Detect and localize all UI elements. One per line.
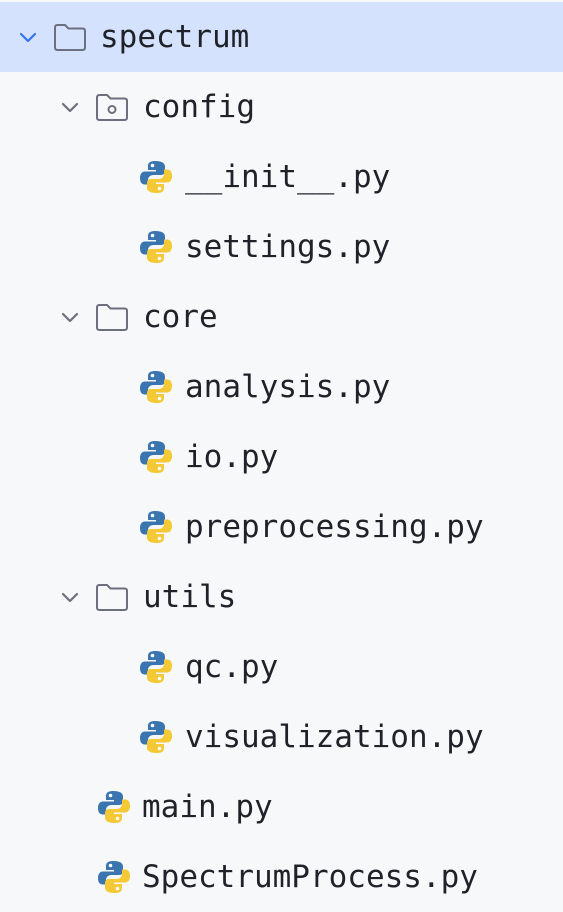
chevron-down-icon[interactable]	[17, 26, 39, 48]
chevron-down-icon[interactable]	[59, 96, 81, 118]
tree-item-label: utils	[143, 578, 237, 615]
tree-item-main-py[interactable]: main.py	[0, 772, 563, 842]
tree-item-label: visualization.py	[185, 718, 484, 755]
tree-item-spectrumprocess-py[interactable]: SpectrumProcess.py	[0, 842, 563, 912]
python-icon	[138, 719, 174, 755]
tree-item-utils[interactable]: utils	[0, 562, 563, 632]
folder-icon	[52, 19, 88, 55]
chevron-down-icon[interactable]	[59, 306, 81, 328]
tree-item-label: __init__.py	[185, 158, 391, 195]
folder-icon	[94, 579, 130, 615]
folder-icon	[94, 299, 130, 335]
tree-item-label: io.py	[185, 438, 279, 475]
tree-item-label: config	[143, 88, 255, 125]
tree-item-init-py[interactable]: __init__.py	[0, 142, 563, 212]
python-icon	[138, 649, 174, 685]
python-icon	[96, 859, 132, 895]
tree-item-label: preprocessing.py	[185, 508, 484, 545]
python-icon	[138, 159, 174, 195]
tree-item-io-py[interactable]: io.py	[0, 422, 563, 492]
tree-item-visualization-py[interactable]: visualization.py	[0, 702, 563, 772]
tree-item-label: spectrum	[100, 18, 250, 55]
python-icon	[138, 509, 174, 545]
tree-item-analysis-py[interactable]: analysis.py	[0, 352, 563, 422]
tree-item-qc-py[interactable]: qc.py	[0, 632, 563, 702]
tree-item-label: analysis.py	[185, 368, 391, 405]
python-icon	[138, 229, 174, 265]
project-tree: spectrum config __init__.py settings.py …	[0, 0, 563, 907]
tree-item-label: qc.py	[185, 648, 279, 685]
python-icon	[96, 789, 132, 825]
tree-item-preprocessing-py[interactable]: preprocessing.py	[0, 492, 563, 562]
chevron-down-icon[interactable]	[59, 586, 81, 608]
python-icon	[138, 369, 174, 405]
tree-item-label: main.py	[142, 788, 273, 825]
tree-item-label: core	[143, 298, 218, 335]
tree-item-label: SpectrumProcess.py	[142, 858, 478, 895]
tree-item-core[interactable]: core	[0, 282, 563, 352]
folder-config-icon	[94, 89, 130, 125]
tree-item-config[interactable]: config	[0, 72, 563, 142]
tree-item-settings-py[interactable]: settings.py	[0, 212, 563, 282]
tree-item-spectrum[interactable]: spectrum	[0, 2, 563, 72]
python-icon	[138, 439, 174, 475]
tree-item-label: settings.py	[185, 228, 391, 265]
